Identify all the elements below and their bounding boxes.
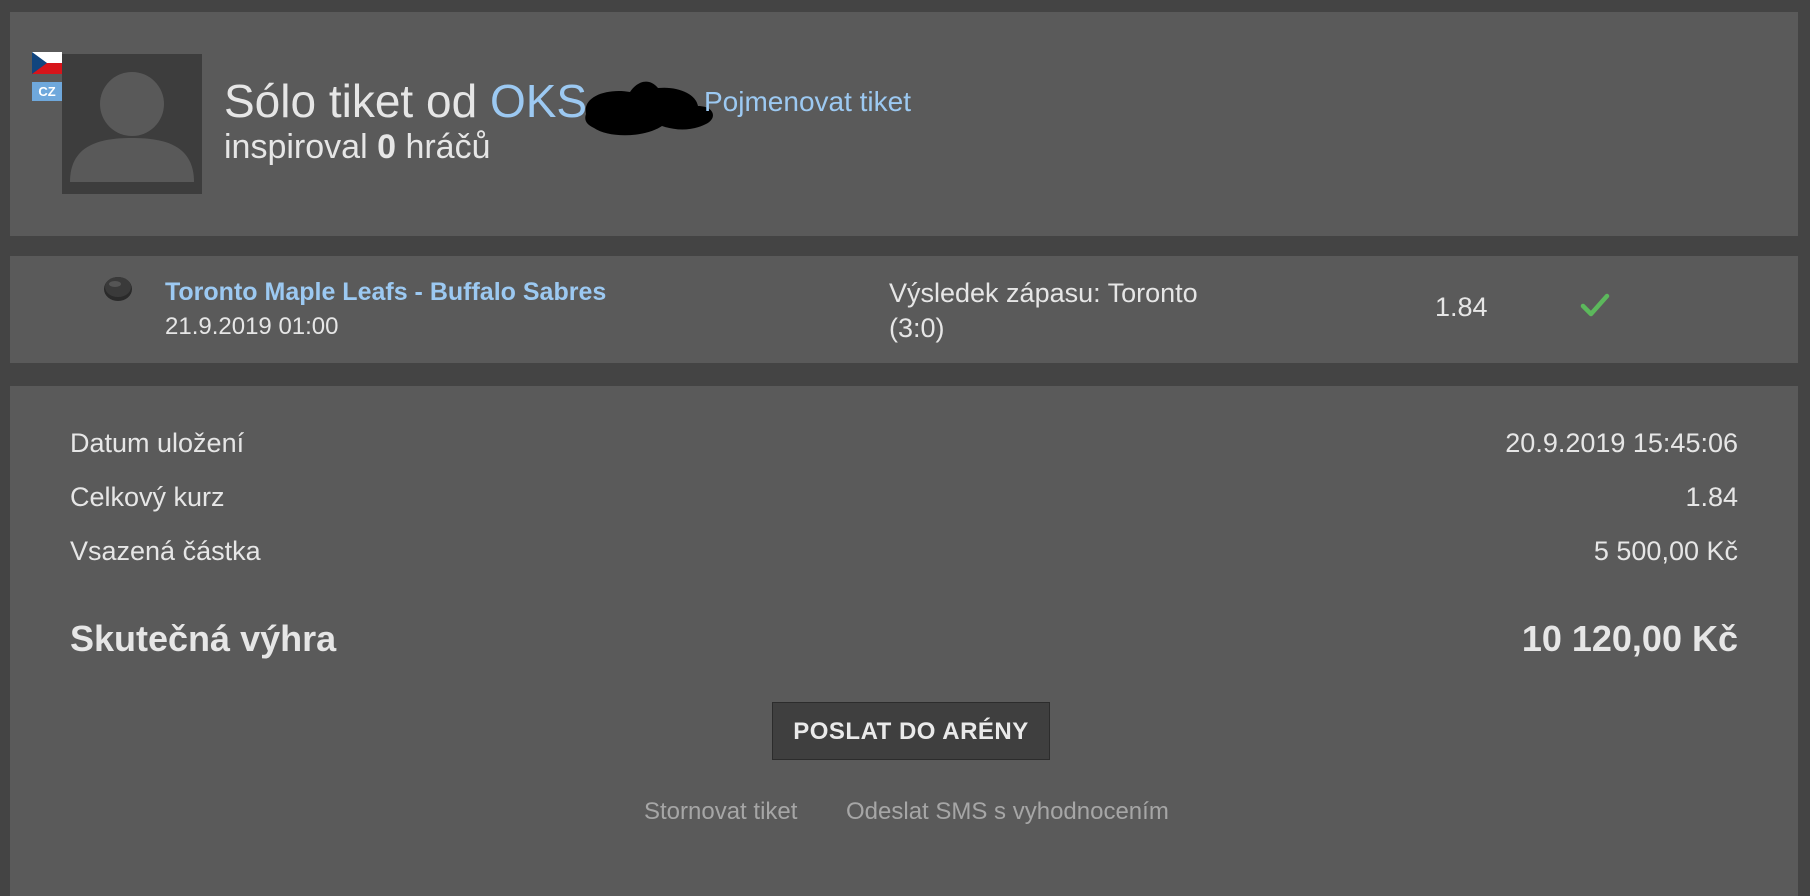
total-odds-label: Celkový kurz xyxy=(70,482,225,512)
inspired-count-text: inspiroval 0 hráčů xyxy=(224,128,491,166)
send-to-arena-button[interactable]: POSLAT DO ARÉNY xyxy=(772,702,1050,760)
inspired-count: 0 xyxy=(377,128,396,166)
user-silhouette-icon xyxy=(70,72,194,182)
stake-value: 5 500,00 Kč xyxy=(1593,536,1738,566)
language-badge: CZ xyxy=(32,82,62,101)
match-title-link[interactable]: Toronto Maple Leafs - Buffalo Sabres xyxy=(165,278,606,307)
ticket-header: CZ Sólo tiket od OKS Pojmenovat tiket in… xyxy=(10,12,1798,236)
actual-win-value: 10 120,00 Kč xyxy=(1521,618,1738,659)
match-date: 21.9.2019 01:00 xyxy=(165,313,339,340)
check-icon xyxy=(1580,293,1610,317)
match-result: Výsledek zápasu: Toronto (3:0) xyxy=(889,278,1198,343)
ticket-title: Sólo tiket od OKS xyxy=(224,74,587,128)
saved-date-value: 20.9.2019 15:45:06 xyxy=(1505,428,1738,458)
match-row: Toronto Maple Leafs - Buffalo Sabres 21.… xyxy=(10,256,1798,363)
actual-win-label: Skutečná výhra xyxy=(70,618,337,659)
hockey-puck-icon xyxy=(104,277,132,301)
total-odds-value: 1.84 xyxy=(1685,482,1738,512)
cancel-ticket-link[interactable]: Stornovat tiket xyxy=(644,798,797,826)
czech-flag-icon xyxy=(32,52,62,74)
avatar[interactable] xyxy=(62,54,202,194)
saved-date-label: Datum uložení xyxy=(70,428,245,458)
match-odds: 1.84 xyxy=(1435,292,1488,322)
stake-label: Vsazená částka xyxy=(70,536,261,566)
send-sms-link[interactable]: Odeslat SMS s vyhodnocením xyxy=(846,798,1169,826)
rename-ticket-link[interactable]: Pojmenovat tiket xyxy=(704,86,911,118)
title-prefix: Sólo tiket od xyxy=(224,75,478,127)
redaction-mark xyxy=(585,81,713,136)
username-link[interactable]: OKS xyxy=(490,75,587,127)
ticket-summary: Datum uložení 20.9.2019 15:45:06 Celkový… xyxy=(10,386,1798,896)
